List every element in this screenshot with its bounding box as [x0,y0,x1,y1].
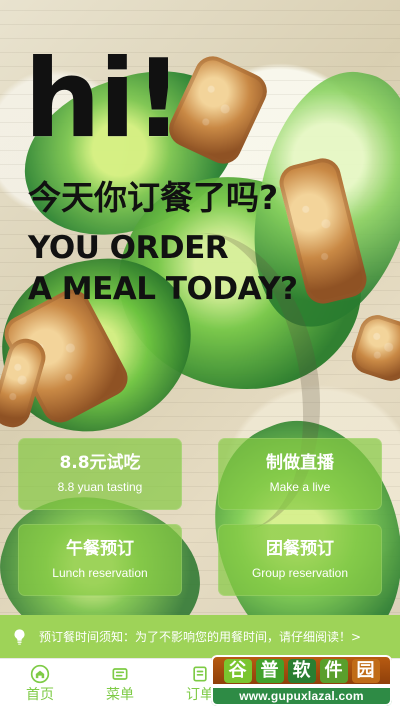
watermark-char: 软 [287,658,316,683]
tasting-card-title-en: 8.8 yuan tasting [57,479,143,494]
hero-subtitle-cn: 今天你订餐了吗? [28,178,279,217]
nav-home[interactable]: 首页 [10,664,70,707]
menu-icon [112,668,128,680]
watermark-brand: 谷 普 软 件 园 [211,655,392,686]
nav-menu-label: 菜单 [106,687,134,703]
lunch-reservation-card-title-cn: 午餐预订 [66,539,134,560]
service-card-grid: 8.8元试吃 8.8 yuan tasting 制做直播 Make a live… [18,438,382,596]
hero-title: hi! [24,37,183,162]
lunch-reservation-card[interactable]: 午餐预订 Lunch reservation [18,524,182,596]
live-card-title-en: Make a live [269,479,331,494]
orders-icon [193,666,207,682]
group-reservation-card-title-en: Group reservation [251,565,349,580]
live-card[interactable]: 制做直播 Make a live [218,438,382,510]
lightbulb-icon [14,629,25,645]
watermark-url: www.gupuxlazal.com [211,686,392,706]
lunch-reservation-card-title-en: Lunch reservation [52,565,148,580]
group-reservation-card[interactable]: 团餐预订 Group reservation [218,524,382,596]
home-icon [30,664,50,684]
watermark-char: 件 [319,658,348,683]
watermark-char: 园 [351,658,380,683]
hero-subtitle-en-line-1: YOU ORDER [28,230,229,266]
nav-menu[interactable]: 菜单 [90,664,150,707]
tasting-card-title-cn: 8.8元试吃 [59,453,141,474]
watermark-char: 普 [255,658,284,683]
live-card-title-cn: 制做直播 [266,453,334,474]
hero-subtitle-en-line-2: A MEAL TODAY? [28,271,298,307]
watermark-char: 谷 [223,658,252,683]
watermark-logo: 谷 普 软 件 园 www.gupuxlazal.com [211,655,392,711]
tasting-card[interactable]: 8.8元试吃 8.8 yuan tasting [18,438,182,510]
nav-home-label: 首页 [26,687,54,703]
reservation-notice-text: 预订餐时间须知：为了不影响您的用餐时间，请仔细阅读！> [39,630,362,643]
reservation-notice-bar[interactable]: 预订餐时间须知：为了不影响您的用餐时间，请仔细阅读！> [0,615,400,658]
group-reservation-card-title-cn: 团餐预订 [266,539,334,560]
app-screen: hi! 今天你订餐了吗? YOU ORDER A MEAL TODAY? 8.8… [0,0,400,711]
